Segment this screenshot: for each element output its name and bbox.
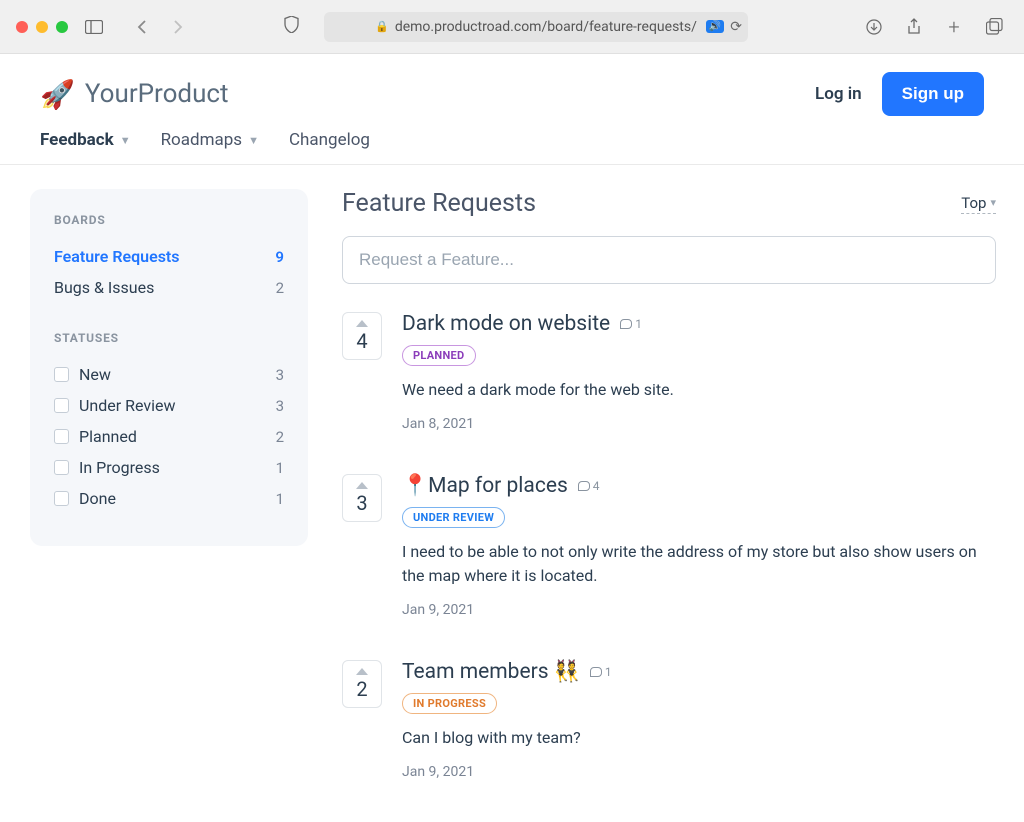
chevron-down-icon: ▾ bbox=[990, 196, 996, 209]
post-item: 4 Dark mode on website 1 PLANNED We need… bbox=[342, 312, 996, 432]
post-date: Jan 9, 2021 bbox=[402, 764, 996, 780]
vote-button[interactable]: 2 bbox=[342, 660, 382, 708]
post-date: Jan 8, 2021 bbox=[402, 416, 996, 432]
comment-count[interactable]: 1 bbox=[590, 665, 612, 679]
post-item: 2 Team members 👯 1 IN PROGRESS Can I blo… bbox=[342, 660, 996, 780]
rocket-icon: 🚀 bbox=[40, 78, 75, 111]
sidebar-item-label: Bugs & Issues bbox=[54, 278, 154, 297]
logo-area[interactable]: 🚀 YourProduct bbox=[40, 78, 229, 111]
download-icon[interactable] bbox=[860, 15, 888, 39]
checkbox-icon[interactable] bbox=[54, 398, 69, 413]
checkbox-icon[interactable] bbox=[54, 460, 69, 475]
app-header: 🚀 YourProduct Log in Sign up bbox=[0, 54, 1024, 116]
post-description: I need to be able to not only write the … bbox=[402, 540, 996, 588]
sort-label: Top bbox=[961, 194, 986, 212]
reload-icon[interactable]: ⟳ bbox=[730, 19, 742, 35]
sidebar-item-label: Feature Requests bbox=[54, 247, 180, 266]
comment-count[interactable]: 1 bbox=[620, 317, 642, 331]
minimize-window-icon[interactable] bbox=[36, 21, 48, 33]
status-count: 3 bbox=[276, 366, 284, 384]
nav-tab-label: Roadmaps bbox=[161, 130, 242, 150]
checkbox-icon[interactable] bbox=[54, 429, 69, 444]
post-item: 3 📍Map for places 4 UNDER REVIEW I need … bbox=[342, 474, 996, 618]
sort-dropdown[interactable]: Top ▾ bbox=[961, 194, 996, 214]
status-label: In Progress bbox=[79, 458, 160, 477]
signup-button[interactable]: Sign up bbox=[882, 72, 984, 116]
nav-tab-changelog[interactable]: Changelog bbox=[289, 130, 370, 150]
nav-tab-label: Changelog bbox=[289, 130, 370, 150]
page-title: Feature Requests bbox=[342, 189, 536, 218]
close-window-icon[interactable] bbox=[16, 21, 28, 33]
vote-button[interactable]: 4 bbox=[342, 312, 382, 360]
post-title[interactable]: Team members 👯 bbox=[402, 660, 580, 684]
comment-icon bbox=[590, 667, 602, 677]
status-count: 3 bbox=[276, 397, 284, 415]
shield-icon[interactable] bbox=[284, 16, 299, 37]
nav-tab-label: Feedback bbox=[40, 130, 114, 150]
product-name: YourProduct bbox=[85, 79, 229, 109]
sidebar-item-count: 2 bbox=[276, 279, 284, 297]
traffic-lights bbox=[16, 21, 68, 33]
boards-section-title: BOARDS bbox=[54, 213, 284, 227]
checkbox-icon[interactable] bbox=[54, 491, 69, 506]
nav-tab-feedback[interactable]: Feedback ▼ bbox=[40, 130, 131, 150]
upvote-icon bbox=[356, 320, 368, 327]
vote-count: 3 bbox=[356, 491, 367, 515]
back-icon[interactable] bbox=[128, 15, 156, 39]
status-badge: PLANNED bbox=[402, 345, 476, 366]
chevron-down-icon: ▼ bbox=[248, 134, 259, 147]
sidebar: BOARDS Feature Requests 9 Bugs & Issues … bbox=[30, 189, 308, 546]
audio-icon[interactable]: 🔊 bbox=[706, 20, 724, 33]
post-title[interactable]: Dark mode on website bbox=[402, 312, 610, 336]
sidebar-board-feature-requests[interactable]: Feature Requests 9 bbox=[54, 241, 284, 272]
comment-icon bbox=[578, 481, 590, 491]
status-label: Done bbox=[79, 489, 116, 508]
nav-tab-roadmaps[interactable]: Roadmaps ▼ bbox=[161, 130, 259, 150]
nav-tabs: Feedback ▼ Roadmaps ▼ Changelog bbox=[0, 116, 1024, 165]
post-description: We need a dark mode for the web site. bbox=[402, 378, 996, 402]
upvote-icon bbox=[356, 482, 368, 489]
url-bar[interactable]: 🔒 demo.productroad.com/board/feature-req… bbox=[324, 12, 748, 42]
status-filter-under-review[interactable]: Under Review 3 bbox=[54, 390, 284, 421]
status-badge: IN PROGRESS bbox=[402, 693, 497, 714]
post-date: Jan 9, 2021 bbox=[402, 602, 996, 618]
status-count: 1 bbox=[276, 459, 284, 477]
status-filter-new[interactable]: New 3 bbox=[54, 359, 284, 390]
url-text: demo.productroad.com/board/feature-reque… bbox=[395, 19, 697, 35]
status-label: New bbox=[79, 365, 111, 384]
request-feature-input[interactable] bbox=[342, 236, 996, 284]
status-badge: UNDER REVIEW bbox=[402, 507, 505, 528]
status-filter-planned[interactable]: Planned 2 bbox=[54, 421, 284, 452]
vote-count: 2 bbox=[356, 677, 367, 701]
chevron-down-icon: ▼ bbox=[120, 134, 131, 147]
new-tab-icon[interactable]: + bbox=[940, 15, 968, 39]
sidebar-toggle-icon[interactable] bbox=[80, 15, 108, 39]
status-filter-done[interactable]: Done 1 bbox=[54, 483, 284, 514]
status-count: 1 bbox=[276, 490, 284, 508]
status-filter-in-progress[interactable]: In Progress 1 bbox=[54, 452, 284, 483]
checkbox-icon[interactable] bbox=[54, 367, 69, 382]
comment-count[interactable]: 4 bbox=[578, 479, 600, 493]
login-link[interactable]: Log in bbox=[815, 84, 862, 104]
status-label: Under Review bbox=[79, 396, 176, 415]
tabs-icon[interactable] bbox=[980, 15, 1008, 39]
maximize-window-icon[interactable] bbox=[56, 21, 68, 33]
post-description: Can I blog with my team? bbox=[402, 726, 996, 750]
statuses-section-title: STATUSES bbox=[54, 331, 284, 345]
sidebar-board-bugs-issues[interactable]: Bugs & Issues 2 bbox=[54, 272, 284, 303]
content-area: Feature Requests Top ▾ 4 Dark mode on we… bbox=[342, 189, 996, 822]
vote-button[interactable]: 3 bbox=[342, 474, 382, 522]
forward-icon[interactable] bbox=[164, 15, 192, 39]
vote-count: 4 bbox=[356, 329, 367, 353]
sidebar-item-count: 9 bbox=[275, 248, 284, 266]
upvote-icon bbox=[356, 668, 368, 675]
browser-chrome: 🔒 demo.productroad.com/board/feature-req… bbox=[0, 0, 1024, 54]
status-label: Planned bbox=[79, 427, 137, 446]
post-title[interactable]: 📍Map for places bbox=[402, 474, 568, 498]
status-count: 2 bbox=[276, 428, 284, 446]
lock-icon: 🔒 bbox=[375, 20, 389, 33]
share-icon[interactable] bbox=[900, 15, 928, 39]
comment-icon bbox=[620, 319, 632, 329]
